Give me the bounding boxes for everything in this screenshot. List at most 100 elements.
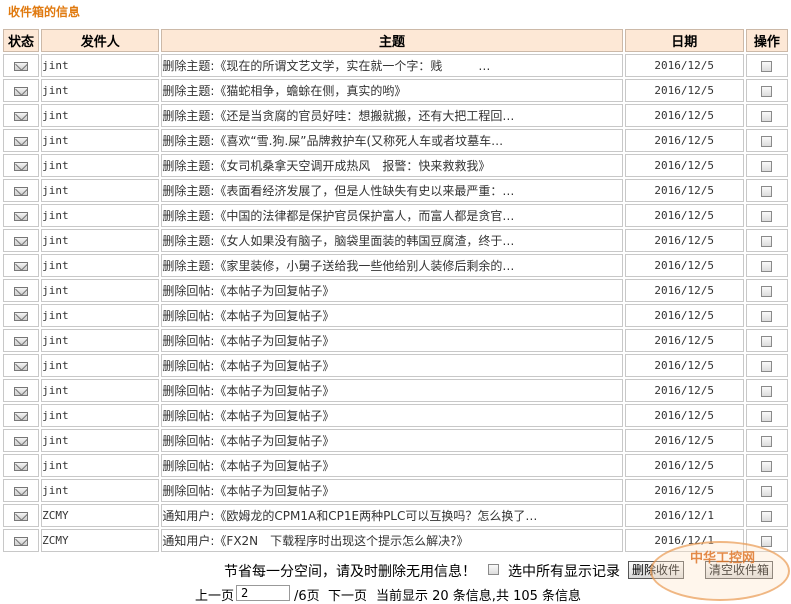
sender-cell[interactable]: jint — [41, 379, 160, 402]
row-checkbox[interactable] — [761, 160, 773, 172]
sender-cell[interactable]: jint — [41, 329, 160, 352]
envelope-icon[interactable] — [14, 336, 29, 346]
sender-cell[interactable]: jint — [41, 104, 160, 127]
row-checkbox[interactable] — [761, 110, 773, 122]
sender-cell[interactable]: jint — [41, 304, 160, 327]
subject-cell[interactable]: 删除回帖:《本帖子为回复帖子》 — [161, 354, 623, 377]
row-checkbox[interactable] — [761, 335, 773, 347]
select-all-checkbox[interactable] — [488, 564, 499, 575]
subject-cell[interactable]: 删除回帖:《本帖子为回复帖子》 — [161, 329, 623, 352]
envelope-icon[interactable] — [14, 361, 29, 371]
header-status: 状态 — [3, 29, 40, 52]
envelope-icon[interactable] — [14, 111, 29, 121]
row-checkbox[interactable] — [761, 310, 773, 322]
envelope-icon[interactable] — [14, 461, 29, 471]
subject-cell[interactable]: 删除主题:《现在的所谓文艺文学，实在就一个字：贱 … — [161, 54, 623, 77]
sender-cell[interactable]: jint — [41, 229, 160, 252]
envelope-icon[interactable] — [14, 411, 29, 421]
envelope-icon[interactable] — [14, 61, 29, 71]
subject-cell[interactable]: 通知用户:《FX2N 下载程序时出现这个提示怎么解决?》 — [161, 529, 623, 552]
sender-cell[interactable]: jint — [41, 79, 160, 102]
action-cell — [745, 404, 788, 427]
subject-cell[interactable]: 删除回帖:《本帖子为回复帖子》 — [161, 279, 623, 302]
row-checkbox[interactable] — [761, 510, 773, 522]
sender-cell[interactable]: jint — [41, 354, 160, 377]
envelope-icon[interactable] — [14, 186, 29, 196]
table-row: jint 删除主题:《女司机桑拿天空调开成热风 报警：快来救救我》 2016/12/… — [3, 154, 788, 177]
subject-cell[interactable]: 删除主题:《喜欢“雪.狗.屎”品牌救护车(又称死人车或者坟墓车… — [161, 129, 623, 152]
subject-cell[interactable]: 删除主题:《家里装修，小舅子送给我一些他给别人装修后剩余的… — [161, 254, 623, 277]
sender-cell[interactable]: jint — [41, 254, 160, 277]
subject-cell[interactable]: 删除回帖:《本帖子为回复帖子》 — [161, 304, 623, 327]
date-cell: 2016/12/5 — [624, 154, 744, 177]
table-row: jint 删除回帖:《本帖子为回复帖子》 2016/12/5 — [3, 379, 788, 402]
sender-cell[interactable]: ZCMY — [41, 504, 160, 527]
table-row: jint 删除主题:《中国的法律都是保护官员保护富人，而富人都是贪官… 2016/1… — [3, 204, 788, 227]
row-checkbox[interactable] — [761, 435, 773, 447]
table-row: jint 删除回帖:《本帖子为回复帖子》 2016/12/5 — [3, 304, 788, 327]
row-checkbox[interactable] — [761, 285, 773, 297]
row-checkbox[interactable] — [761, 185, 773, 197]
sender-cell[interactable]: jint — [41, 479, 160, 502]
envelope-icon[interactable] — [14, 486, 29, 496]
table-row: jint 删除回帖:《本帖子为回复帖子》 2016/12/5 — [3, 454, 788, 477]
row-checkbox[interactable] — [761, 385, 773, 397]
row-checkbox[interactable] — [761, 460, 773, 472]
row-checkbox[interactable] — [761, 260, 773, 272]
action-cell — [745, 229, 788, 252]
subject-cell[interactable]: 删除主题:《中国的法律都是保护官员保护富人，而富人都是贪官… — [161, 204, 623, 227]
row-checkbox[interactable] — [761, 210, 773, 222]
subject-cell[interactable]: 通知用户:《欧姆龙的CPM1A和CP1E两种PLC可以互换吗？怎么换了… — [161, 504, 623, 527]
envelope-icon[interactable] — [14, 311, 29, 321]
prev-page-link[interactable]: 上一页 — [195, 585, 234, 604]
sender-cell[interactable]: ZCMY — [41, 529, 160, 552]
envelope-icon[interactable] — [14, 236, 29, 246]
status-cell — [3, 454, 40, 477]
sender-cell[interactable]: jint — [41, 154, 160, 177]
sender-cell[interactable]: jint — [41, 204, 160, 227]
envelope-icon[interactable] — [14, 161, 29, 171]
envelope-icon[interactable] — [14, 536, 29, 546]
subject-cell[interactable]: 删除主题:《猫蛇相争，蟾蜍在侧，真实的哟》 — [161, 79, 623, 102]
subject-cell[interactable]: 删除回帖:《本帖子为回复帖子》 — [161, 379, 623, 402]
subject-cell[interactable]: 删除回帖:《本帖子为回复帖子》 — [161, 454, 623, 477]
subject-cell[interactable]: 删除回帖:《本帖子为回复帖子》 — [161, 429, 623, 452]
sender-cell[interactable]: jint — [41, 54, 160, 77]
envelope-icon[interactable] — [14, 386, 29, 396]
sender-cell[interactable]: jint — [41, 454, 160, 477]
subject-cell[interactable]: 删除回帖:《本帖子为回复帖子》 — [161, 479, 623, 502]
envelope-icon[interactable] — [14, 211, 29, 221]
action-cell — [745, 429, 788, 452]
sender-cell[interactable]: jint — [41, 404, 160, 427]
date-cell: 2016/12/5 — [624, 54, 744, 77]
envelope-icon[interactable] — [14, 286, 29, 296]
date-cell: 2016/12/5 — [624, 204, 744, 227]
row-checkbox[interactable] — [761, 135, 773, 147]
next-page-link[interactable]: 下一页 — [328, 585, 367, 604]
sender-cell[interactable]: jint — [41, 279, 160, 302]
subject-cell[interactable]: 删除主题:《女司机桑拿天空调开成热风 报警：快来救救我》 — [161, 154, 623, 177]
page-number-input[interactable] — [236, 585, 290, 601]
envelope-icon[interactable] — [14, 136, 29, 146]
envelope-icon[interactable] — [14, 86, 29, 96]
row-checkbox[interactable] — [761, 485, 773, 497]
status-cell — [3, 154, 40, 177]
row-checkbox[interactable] — [761, 410, 773, 422]
envelope-icon[interactable] — [14, 436, 29, 446]
sender-cell[interactable]: jint — [41, 429, 160, 452]
envelope-icon[interactable] — [14, 261, 29, 271]
subject-cell[interactable]: 删除主题:《女人如果没有脑子，脑袋里面装的韩国豆腐渣，终于… — [161, 229, 623, 252]
subject-cell[interactable]: 删除主题:《表面看经济发展了，但是人性缺失有史以来最严重：… — [161, 179, 623, 202]
envelope-icon[interactable] — [14, 511, 29, 521]
row-checkbox[interactable] — [761, 85, 773, 97]
row-checkbox[interactable] — [761, 60, 773, 72]
sender-cell[interactable]: jint — [41, 129, 160, 152]
sender-cell[interactable]: jint — [41, 179, 160, 202]
table-row: jint 删除主题:《猫蛇相争，蟾蜍在侧，真实的哟》 2016/12/5 — [3, 79, 788, 102]
row-checkbox[interactable] — [761, 235, 773, 247]
row-checkbox[interactable] — [761, 535, 773, 547]
subject-cell[interactable]: 删除回帖:《本帖子为回复帖子》 — [161, 404, 623, 427]
subject-cell[interactable]: 删除主题:《还是当贪腐的官员好哇：想搬就搬，还有大把工程回… — [161, 104, 623, 127]
row-checkbox[interactable] — [761, 360, 773, 372]
status-cell — [3, 329, 40, 352]
